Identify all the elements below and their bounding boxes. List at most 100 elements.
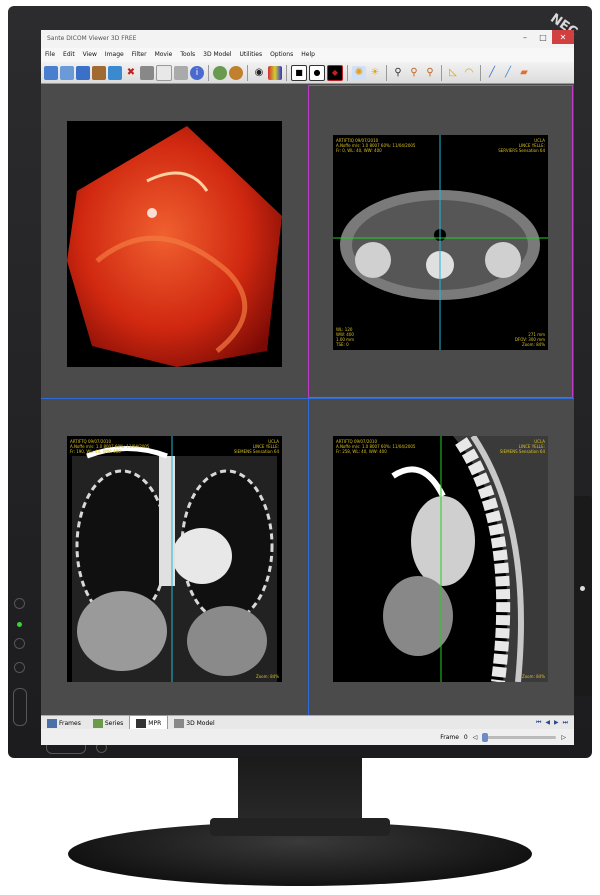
status-bar: Frame 0 ◁ ▷ — [41, 729, 574, 745]
sagittal-overlay-line: Zoom: 84% — [521, 674, 545, 679]
toolbar-separator — [480, 64, 481, 81]
mpr-tab-icon — [136, 718, 147, 728]
open-folder-icon[interactable] — [44, 65, 58, 80]
tab-series-label: Series — [104, 719, 124, 727]
tab-frames[interactable]: Frames — [41, 716, 87, 730]
menu-button[interactable] — [14, 638, 25, 649]
minimize-icon[interactable]: – — [516, 30, 534, 44]
up-down-button[interactable] — [13, 688, 27, 726]
maximize-icon[interactable]: □ — [534, 30, 552, 44]
menu-file[interactable]: File — [41, 48, 59, 62]
menu-utilities[interactable]: Utilities — [235, 48, 266, 62]
print-icon[interactable] — [140, 65, 154, 80]
brightness-icon[interactable]: ✺ — [352, 65, 366, 80]
menu-movie[interactable]: Movie — [151, 48, 177, 62]
coronal-overlay-line: SIEMENS Sensation 64 — [233, 449, 279, 454]
prev-frame-icon[interactable]: ◀ — [545, 719, 550, 727]
slider-left-icon[interactable]: ◁ — [473, 734, 478, 741]
active-viewport-frame — [308, 85, 573, 398]
settings-icon[interactable] — [213, 65, 227, 80]
volume-render-view[interactable] — [67, 121, 282, 367]
frame-value: 0 — [463, 733, 468, 741]
sagittal-ct-image — [383, 436, 548, 682]
menu-filter[interactable]: Filter — [128, 48, 151, 62]
title-bar: Sante DICOM Viewer 3D FREE – □ ✕ — [41, 30, 574, 48]
report-icon[interactable] — [174, 65, 188, 80]
sagittal-overlay-line: Fr: 258, WL: 40, WW: 400 — [336, 449, 387, 454]
frame-label: Frame — [440, 733, 459, 741]
pen-icon[interactable]: ╱ — [485, 66, 499, 80]
eraser-icon[interactable]: ▰ — [517, 66, 531, 80]
frame-slider-knob[interactable] — [482, 732, 489, 742]
angle-icon[interactable]: ◠ — [462, 66, 476, 80]
zoom-icon[interactable]: ⚲ — [391, 66, 405, 80]
slider-right-icon[interactable]: ▷ — [561, 734, 566, 741]
screen: Sante DICOM Viewer 3D FREE – □ ✕ File Ed… — [41, 30, 574, 745]
coronal-ct-image — [72, 436, 277, 682]
close-icon[interactable]: ✕ — [552, 30, 574, 44]
window-title: Sante DICOM Viewer 3D FREE — [47, 35, 137, 42]
eye-icon[interactable]: ◉ — [252, 66, 266, 80]
zoom-in-icon[interactable]: ⚲ — [407, 66, 421, 80]
monitor-bezel: NEC Sante DICOM Viewer 3D FREE – □ ✕ Fil… — [8, 6, 592, 758]
open-dicomdir-icon[interactable] — [76, 65, 90, 80]
frames-icon — [47, 718, 57, 728]
model-3d-icon — [174, 718, 185, 728]
next-frame-icon[interactable]: ▶ — [554, 719, 559, 727]
copy-icon[interactable] — [156, 64, 172, 81]
menu-3d-model[interactable]: 3D Model — [199, 48, 235, 62]
menu-view[interactable]: View — [79, 48, 101, 62]
monitor-stand-collar — [210, 818, 390, 836]
invert-icon[interactable]: ■ — [291, 64, 307, 81]
menu-options[interactable]: Options — [266, 48, 297, 62]
menu-bar: File Edit View Image Filter Movie Tools … — [41, 48, 574, 62]
toolbar-separator — [386, 64, 387, 81]
viewer-area[interactable]: ARTIFTIQ 09/07/2010 A.Noffe m/s: 1.0 800… — [41, 85, 574, 715]
delete-icon[interactable]: ✖ — [124, 66, 138, 80]
tab-series[interactable]: Series — [87, 716, 129, 730]
side-sensor — [573, 496, 592, 696]
menu-tools[interactable]: Tools — [176, 48, 199, 62]
toolbar-separator — [347, 64, 348, 81]
first-frame-icon[interactable]: ⏮ — [536, 719, 541, 727]
input-button[interactable] — [14, 662, 25, 673]
menu-edit[interactable]: Edit — [59, 48, 79, 62]
toolbar-separator — [208, 64, 209, 81]
mpr-icon[interactable]: ◆ — [327, 64, 343, 81]
palette-icon[interactable] — [268, 65, 282, 80]
coronal-overlay-line: Zoom: 84% — [255, 674, 279, 679]
view-tabs: Frames Series MPR 3D Model ⏮ ◀ ▶ ⏭ — [41, 715, 574, 731]
tab-mpr-label: MPR — [148, 719, 162, 727]
ruler-icon[interactable]: ◺ — [446, 66, 460, 80]
toolbar: ✖ i ◉ ■ ● ◆ ✺ ☀ ⚲ ⚲ ⚲ ◺ ◠ ╱ ╱ ▰ — [41, 62, 574, 84]
viewport-divider-horizontal[interactable] — [41, 398, 574, 399]
open-cd-icon[interactable] — [60, 65, 74, 80]
contrast-icon[interactable]: ● — [309, 64, 325, 81]
menu-image[interactable]: Image — [101, 48, 128, 62]
coronal-view[interactable]: ARTIFTQ 09/07/2010 A.Noffe m/s: 1.0 8007… — [67, 436, 282, 682]
sagittal-view[interactable]: ARTIFTQ 09/07/2010 A.Noffe m/s: 1.0 8007… — [333, 436, 548, 682]
toolbar-separator — [247, 64, 248, 81]
volume-render-image — [67, 126, 282, 367]
sensor-dot — [580, 586, 585, 591]
export-icon[interactable] — [108, 65, 122, 80]
tab-3d-model[interactable]: 3D Model — [168, 716, 220, 730]
toolbar-separator — [286, 64, 287, 81]
sagittal-overlay-line: SIEMENS Sensation 64 — [499, 449, 545, 454]
save-icon[interactable] — [92, 65, 106, 80]
zoom-out-icon[interactable]: ⚲ — [423, 66, 437, 80]
last-frame-icon[interactable]: ⏭ — [563, 719, 568, 727]
tab-3d-model-label: 3D Model — [186, 719, 215, 727]
network-icon[interactable] — [229, 65, 243, 80]
tab-frames-label: Frames — [59, 719, 81, 727]
menu-help[interactable]: Help — [297, 48, 319, 62]
info-icon[interactable]: i — [190, 65, 204, 80]
coronal-overlay-line: Fr: 190, WL: 40, WW: 400 — [70, 449, 121, 454]
marker-icon[interactable]: ╱ — [501, 66, 515, 80]
series-icon — [92, 718, 103, 728]
power-led — [17, 622, 22, 627]
power-button[interactable] — [14, 598, 25, 609]
frame-slider[interactable] — [482, 732, 557, 742]
toolbar-separator — [441, 64, 442, 81]
sun-icon[interactable]: ☀ — [368, 66, 382, 80]
